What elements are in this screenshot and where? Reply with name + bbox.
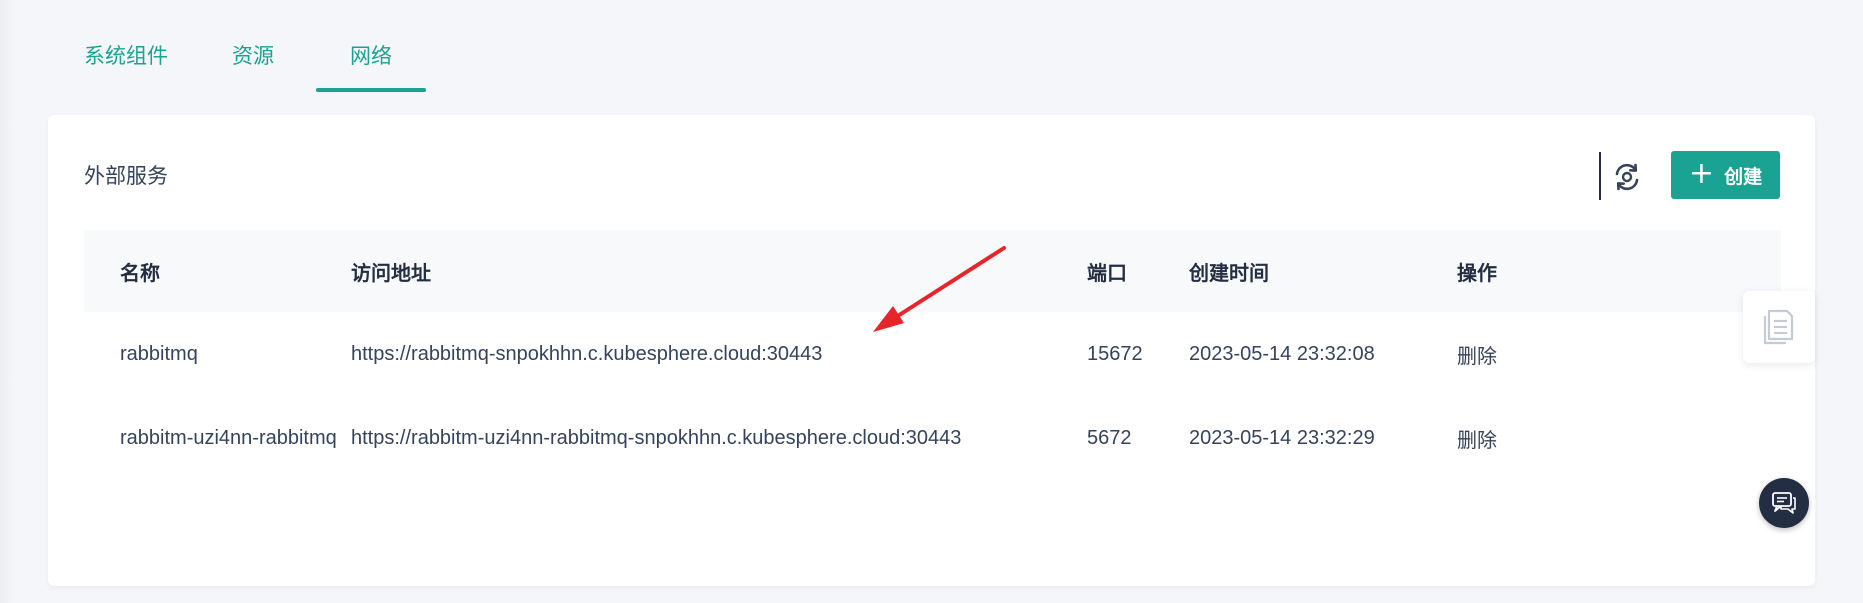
service-port: 5672 [1087,426,1132,449]
tab-resources[interactable]: 资源 [210,22,316,92]
chat-icon [1772,492,1796,514]
services-table: 名称 访问地址 端口 创建时间 操作 rabbitmq https://rabb… [84,230,1781,480]
delete-link[interactable]: 删除 [1457,340,1657,369]
tab-system-components[interactable]: 系统组件 [64,22,210,92]
table-row: rabbitm-uzi4nn-rabbitmq https://rabbitm-… [84,396,1781,480]
service-url[interactable]: https://rabbitm-uzi4nn-rabbitmq-snpokhhn… [351,427,1087,450]
plus-icon: + [1688,155,1715,191]
section-title: 外部服务 [84,164,168,188]
table-row: rabbitmq https://rabbitmq-snpokhhn.c.kub… [84,312,1781,396]
external-services-card: 外部服务 + 创建 名称 访问地址 端口 创建时间 操作 rabbitmq ht… [48,115,1815,586]
service-created-time: 2023-05-14 23:32:08 [1189,342,1375,365]
document-copy-button[interactable] [1743,291,1815,363]
left-edge-shadow [0,0,14,603]
create-button-label: 创建 [1724,165,1763,188]
service-port: 15672 [1087,342,1143,365]
header-url: 访问地址 [351,260,431,285]
service-name: rabbitmq [120,342,198,365]
service-url[interactable]: https://rabbitmq-snpokhhn.c.kubesphere.c… [351,343,1087,366]
create-button[interactable]: + 创建 [1671,151,1780,199]
toolbar-divider [1599,152,1601,200]
table-header: 名称 访问地址 端口 创建时间 操作 [84,230,1781,312]
tab-network[interactable]: 网络 [316,22,426,92]
refresh-button[interactable] [1605,155,1649,199]
header-actions: 操作 [1457,260,1497,285]
refresh-icon [1615,163,1639,191]
tab-bar: 系统组件 资源 网络 [64,22,426,92]
header-name: 名称 [120,260,160,285]
delete-link[interactable]: 删除 [1457,424,1657,453]
chat-button[interactable] [1759,478,1809,528]
document-copy-icon [1763,309,1794,345]
service-created-time: 2023-05-14 23:32:29 [1189,426,1375,449]
header-created: 创建时间 [1189,260,1269,285]
header-port: 端口 [1087,260,1127,285]
service-name: rabbitm-uzi4nn-rabbitmq [120,426,337,449]
